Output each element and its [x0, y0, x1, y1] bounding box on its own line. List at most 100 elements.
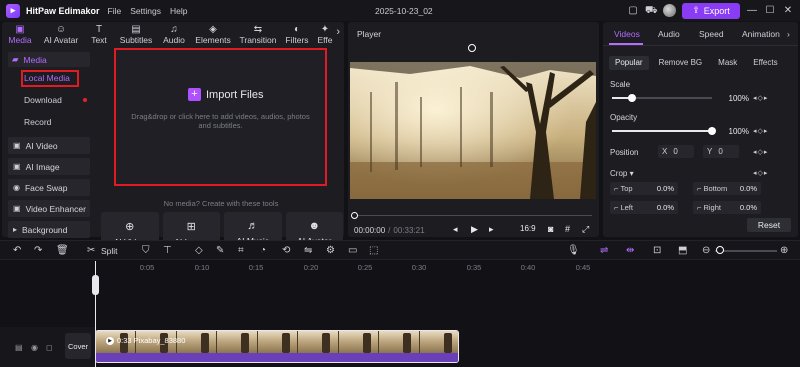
chevron-right-icon[interactable]: › — [787, 29, 790, 39]
keyframe-diamond-icon[interactable]: ◂◇▸ — [753, 169, 768, 177]
playback-progress-bar[interactable] — [354, 215, 592, 216]
cart-icon[interactable]: ⛟ — [645, 5, 658, 17]
crop-icon[interactable]: ⌗ — [238, 245, 244, 256]
split-button[interactable]: Split — [101, 246, 118, 256]
minimize-icon[interactable]: — — [746, 5, 758, 17]
delete-icon[interactable]: 🗑 — [56, 245, 69, 256]
tab-videos[interactable]: Videos — [614, 29, 640, 39]
opacity-value[interactable]: 100% — [721, 127, 749, 136]
tab-filters[interactable]: ◐ Filters — [280, 22, 314, 46]
fullscreen-icon[interactable]: ⤢ — [582, 224, 589, 235]
keyframe-diamond-icon[interactable]: ◂◇▸ — [753, 94, 768, 102]
timeline-zoom-slider[interactable] — [715, 250, 777, 252]
opacity-slider[interactable] — [612, 127, 716, 135]
track-settings-icon[interactable]: ▤ — [15, 343, 23, 352]
tab-ai-avatar[interactable]: ☺ AI Avatar — [38, 22, 84, 46]
avatar[interactable] — [663, 4, 676, 17]
video-clip[interactable]: ▶ 0:33 Pixabay_83880 — [95, 330, 459, 363]
tab-audio[interactable]: ♫ Audio — [158, 22, 190, 46]
close-icon[interactable]: ✕ — [782, 5, 794, 17]
zoom-in-icon[interactable]: ⊕ — [780, 245, 788, 256]
export-button[interactable]: ⇪ Export — [682, 2, 740, 19]
subtab-popular[interactable]: Popular — [609, 56, 649, 70]
screen-icon[interactable]: ▭ — [348, 245, 357, 256]
sidebar-item-ai-video[interactable]: ▣ AI Video — [8, 137, 90, 154]
crop-label[interactable]: Crop ▾ — [610, 169, 634, 178]
snap-icon[interactable]: ⇹ — [626, 245, 634, 256]
crop-right-field[interactable]: ⌐ Right 0.0% — [693, 201, 761, 214]
sidebar-item-download[interactable]: Download — [8, 89, 90, 111]
magnet-icon[interactable]: ⊡ — [653, 245, 661, 256]
marker-icon[interactable]: ⛉ — [142, 245, 150, 256]
position-x-field[interactable]: X0 — [658, 145, 694, 158]
grid-icon[interactable]: # — [565, 224, 570, 234]
zoom-out-icon[interactable]: ⊖ — [702, 245, 710, 256]
freeze-icon[interactable]: ⚙ — [326, 245, 335, 256]
tab-animation[interactable]: Animation — [742, 29, 780, 39]
cover-button[interactable]: Cover — [65, 333, 91, 359]
import-drop-zone[interactable]: + Import Files Drag&drop or click here t… — [114, 48, 327, 186]
tab-elements[interactable]: ◈ Elements — [190, 22, 236, 46]
tab-audio-props[interactable]: Audio — [658, 29, 680, 39]
link-icon[interactable]: ⇌ — [600, 245, 608, 256]
split-icon[interactable]: ✂ — [87, 245, 95, 256]
tab-speed[interactable]: Speed — [699, 29, 724, 39]
keyframe-diamond-icon[interactable]: ◂◇▸ — [753, 127, 768, 135]
redo-icon[interactable]: ↷ — [34, 245, 42, 256]
edit-icon[interactable]: ✎ — [216, 245, 224, 256]
sidebar-item-face-swap[interactable]: ◉ Face Swap — [8, 179, 90, 196]
lock-icon[interactable]: ◻ — [46, 343, 53, 352]
import-files-button[interactable]: + Import Files — [188, 88, 263, 101]
rotate-handle[interactable] — [468, 44, 476, 52]
prev-frame-icon[interactable]: ◂ — [453, 224, 458, 235]
sidebar-head-media[interactable]: ▰ Media — [8, 52, 90, 67]
fit-icon[interactable]: ⬒ — [678, 245, 687, 256]
position-y-field[interactable]: Y0 — [703, 145, 739, 158]
keyframe-icon[interactable]: ◇ — [195, 245, 203, 256]
scale-slider-knob[interactable] — [628, 94, 636, 102]
snapshot-icon[interactable]: ◙ — [548, 224, 553, 234]
crop-top-field[interactable]: ⌐ Top 0.0% — [610, 182, 678, 195]
subtab-remove-bg[interactable]: Remove BG — [653, 56, 709, 70]
menu-settings[interactable]: Settings — [130, 6, 161, 16]
scale-value[interactable]: 100% — [721, 94, 749, 103]
reset-button[interactable]: Reset — [747, 218, 791, 232]
transform-icon[interactable]: ⬚ — [369, 245, 378, 256]
timeline-ruler[interactable]: 0:05 0:10 0:15 0:20 0:25 0:30 0:35 0:40 … — [95, 261, 800, 275]
menu-file[interactable]: File — [108, 6, 122, 16]
play-icon[interactable]: ▶ — [471, 224, 478, 235]
subtab-mask[interactable]: Mask — [712, 56, 743, 70]
undo-icon[interactable]: ↶ — [13, 245, 21, 256]
timeline[interactable]: 0:05 0:10 0:15 0:20 0:25 0:30 0:35 0:40 … — [0, 261, 800, 367]
tab-effects[interactable]: ✦ Effe — [314, 22, 336, 46]
sidebar-item-ai-image[interactable]: ▣ AI Image — [8, 158, 90, 175]
layout-icon[interactable]: ▢ — [627, 5, 639, 17]
timeline-zoom-knob[interactable] — [716, 246, 724, 254]
sidebar-item-background[interactable]: ▸ Background — [8, 221, 90, 238]
scale-slider[interactable] — [612, 94, 712, 102]
tab-text[interactable]: T Text — [84, 22, 114, 46]
eye-icon[interactable]: ◉ — [31, 343, 38, 352]
sidebar-item-record[interactable]: Record — [8, 111, 90, 133]
aspect-ratio-select[interactable]: 16:9 — [520, 224, 536, 233]
microphone-icon[interactable]: 🎙 — [567, 245, 580, 256]
speed-icon[interactable]: ◔ — [260, 245, 266, 256]
tab-media[interactable]: ▣ Media — [2, 22, 38, 46]
tab-transition[interactable]: ⇆ Transition — [236, 22, 280, 46]
maximize-icon[interactable]: ☐ — [764, 5, 776, 17]
sidebar-item-local-media[interactable]: Local Media — [8, 67, 90, 89]
next-frame-icon[interactable]: ▸ — [489, 224, 494, 235]
menu-help[interactable]: Help — [170, 6, 187, 16]
sidebar-item-video-enhancer[interactable]: ▣ Video Enhancer — [8, 200, 90, 217]
text-tool-icon[interactable]: ⊤ — [163, 245, 172, 256]
crop-left-field[interactable]: ⌐ Left 0.0% — [610, 201, 678, 214]
playback-progress-knob[interactable] — [351, 212, 358, 219]
opacity-slider-knob[interactable] — [708, 127, 716, 135]
subtab-effects[interactable]: Effects — [747, 56, 783, 70]
crop-bottom-field[interactable]: ⌐ Bottom 0.0% — [693, 182, 761, 195]
playhead-handle[interactable] — [92, 275, 99, 295]
video-preview[interactable] — [350, 62, 596, 199]
reverse-icon[interactable]: ⟲ — [282, 245, 290, 256]
tab-subtitles[interactable]: ▤ Subtitles — [114, 22, 158, 46]
mirror-icon[interactable]: ⇋ — [304, 245, 312, 256]
